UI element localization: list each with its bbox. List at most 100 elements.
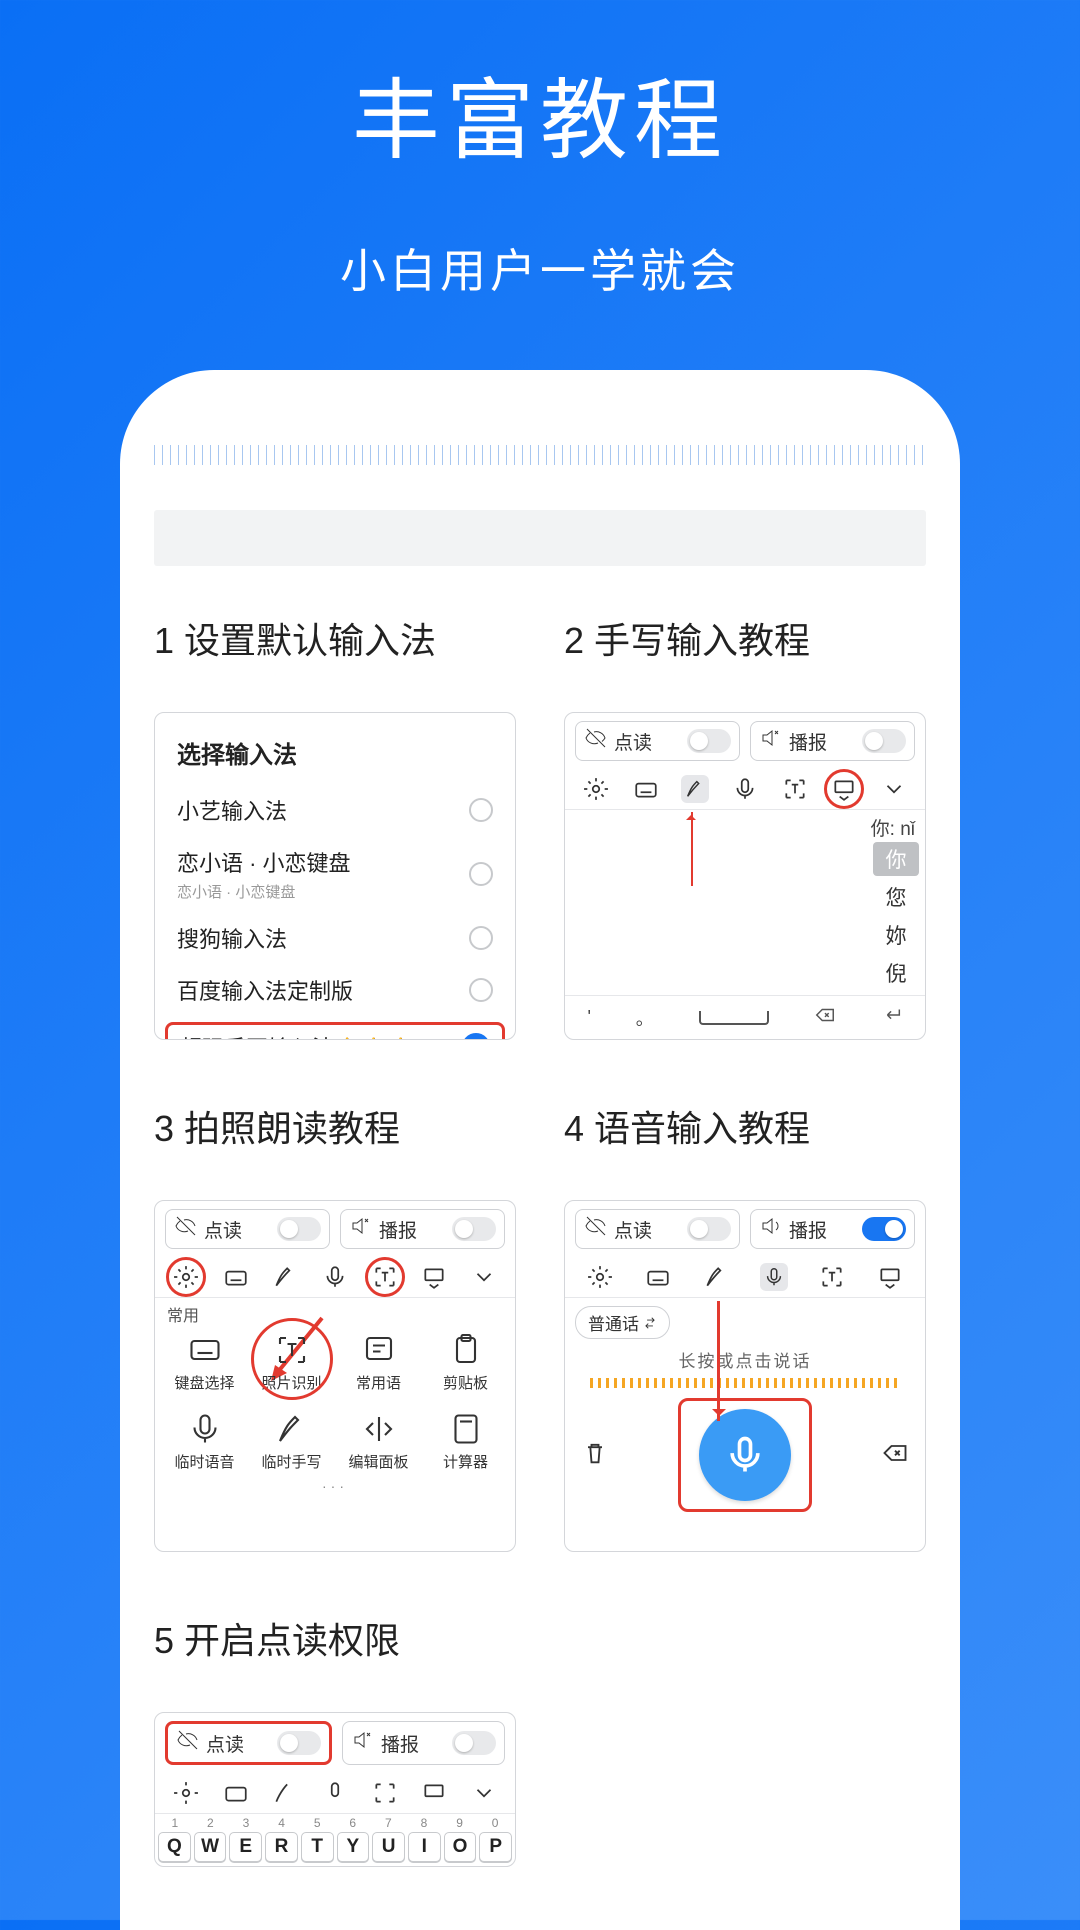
microphone-icon[interactable] [760,1263,788,1291]
collapse-keyboard-icon[interactable] [420,1779,448,1807]
panel-item-calculator[interactable]: 计算器 [422,1411,509,1472]
ime-option-label: 搜狗输入法 [177,922,287,954]
toggle-label: 点读 [614,1216,652,1243]
key[interactable]: R [265,1832,298,1862]
handwriting-icon[interactable] [271,1779,299,1807]
key[interactable]: E [229,1832,262,1862]
ime-option[interactable]: 恋小语 · 小恋键盘 恋小语 · 小恋键盘 [155,836,515,912]
switch-icon [862,729,906,753]
step-5-title: 5 开启点读权限 [154,1612,926,1664]
key[interactable]: U [372,1832,405,1862]
microphone-icon[interactable] [321,1779,349,1807]
broadcast-toggle[interactable]: 播报 [750,721,915,761]
switch-on-icon [862,1217,906,1241]
space-key[interactable] [699,1011,769,1025]
key[interactable]: W [194,1832,227,1862]
eye-off-icon [174,1214,198,1244]
handwriting-icon[interactable] [271,1263,299,1291]
ime-option[interactable]: 搜狗输入法 [155,912,515,964]
key[interactable]: I [408,1832,441,1862]
key[interactable]: O [444,1832,477,1862]
settings-icon[interactable] [172,1263,200,1291]
collapse-keyboard-icon[interactable] [876,1263,904,1291]
panel-item-clipboard[interactable]: 剪贴板 [422,1332,509,1393]
backspace-icon[interactable] [814,1004,836,1031]
keyboard-toolbar [565,769,925,810]
key[interactable]: Q [158,1832,191,1862]
radio-icon [469,798,493,822]
key[interactable]: T [301,1832,334,1862]
voice-tip: 长按或点击说话 [565,1347,925,1372]
ime-option-highlighted[interactable]: 超强手写输入法 👉 👉 👉 [165,1022,505,1040]
read-aloud-toggle[interactable]: 点读 [165,1209,330,1249]
panel-item-keyboard-select[interactable]: 键盘选择 [161,1332,248,1393]
eye-off-icon [584,726,608,756]
keyboard-number-row: 1234567890 [155,1814,515,1830]
step-4-title: 4 语音输入教程 [564,1100,926,1152]
broadcast-toggle[interactable]: 播报 [340,1209,505,1249]
microphone-icon[interactable] [321,1263,349,1291]
panel-item-voice[interactable]: 临时语音 [161,1411,248,1472]
chevron-down-icon[interactable] [880,775,908,803]
keyboard-icon[interactable] [222,1263,250,1291]
waveform-icon [590,1378,900,1388]
candidate-item[interactable]: 倪 [873,956,919,990]
pointing-hand-icon: 👉 [363,1035,388,1041]
ime-option[interactable]: 小艺输入法 [155,784,515,836]
collapse-keyboard-icon[interactable] [420,1263,448,1291]
settings-icon[interactable] [172,1779,200,1807]
step-4: 4 语音输入教程 点读 播报 [564,1100,926,1552]
pointing-hand-icon: 👉 [390,1035,415,1041]
phone-frame: 1 设置默认输入法 选择输入法 小艺输入法 恋小语 · 小恋键盘 恋小语 · 小… [120,370,960,1930]
symbol-key[interactable]: 。 [636,1005,654,1031]
panel-item-photo-ocr[interactable]: 照片识别 [248,1332,335,1393]
keyboard-icon[interactable] [644,1263,672,1291]
candidate-item[interactable]: 您 [873,880,919,914]
switch-icon [687,1217,731,1241]
key[interactable]: Y [337,1832,370,1862]
handwriting-icon[interactable] [681,775,709,803]
read-aloud-toggle-highlighted[interactable]: 点读 [165,1721,332,1765]
ime-option[interactable]: 百度输入法定制版 [155,964,515,1016]
keyboard-icon[interactable] [222,1779,250,1807]
microphone-icon[interactable] [731,775,759,803]
pointing-hand-icon: 👉 [336,1035,361,1041]
read-aloud-toggle[interactable]: 点读 [575,721,740,761]
ocr-icon[interactable] [371,1263,399,1291]
symbol-key[interactable]: ' [587,1007,590,1028]
ocr-icon[interactable] [371,1779,399,1807]
candidate-item[interactable]: 你 [873,842,919,876]
panel-item-label: 键盘选择 [174,1372,234,1393]
toggle-label: 点读 [204,1216,242,1243]
collapse-keyboard-icon[interactable] [830,775,858,803]
key[interactable]: P [479,1832,512,1862]
keyboard-toolbar [155,1257,515,1298]
broadcast-toggle[interactable]: 播报 [342,1721,505,1765]
ocr-icon[interactable] [781,775,809,803]
panel-item-phrases[interactable]: 常用语 [335,1332,422,1393]
settings-icon[interactable] [582,775,610,803]
panel-item-handwriting[interactable]: 临时手写 [248,1411,335,1472]
settings-icon[interactable] [586,1263,614,1291]
panel-item-label: 常用语 [356,1372,401,1393]
read-aloud-toggle[interactable]: 点读 [575,1209,740,1249]
broadcast-toggle[interactable]: 播报 [750,1209,915,1249]
language-pill[interactable]: 普通话 [575,1306,670,1339]
handwriting-area[interactable]: 你: nǐ 你 您 妳 倪 [565,810,925,990]
switch-icon [277,1731,321,1755]
quick-panel-group-label: 常用 [155,1298,515,1326]
keyboard-icon[interactable] [632,775,660,803]
panel-item-edit-panel[interactable]: 编辑面板 [335,1411,422,1472]
candidate-item[interactable]: 妳 [873,918,919,952]
candidate-list: 你 您 妳 倪 [873,842,919,990]
chevron-down-icon[interactable] [470,1263,498,1291]
page-subtitle: 小白用户一学就会 [0,235,1080,301]
delete-icon[interactable] [581,1439,609,1472]
chevron-down-icon[interactable] [470,1779,498,1807]
enter-icon[interactable] [881,1004,903,1031]
handwriting-icon[interactable] [702,1263,730,1291]
speaker-off-icon [759,726,783,756]
backspace-icon[interactable] [881,1439,909,1472]
step-5: 5 开启点读权限 点读 播报 [154,1612,926,1867]
ocr-icon[interactable] [818,1263,846,1291]
